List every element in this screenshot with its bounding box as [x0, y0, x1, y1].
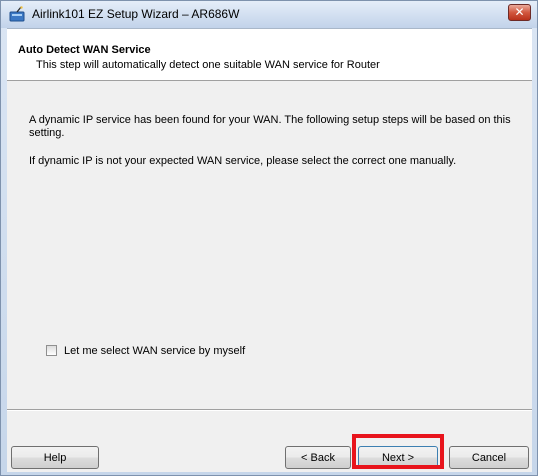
footer-divider: [7, 409, 532, 411]
wizard-client-area: Auto Detect WAN Service This step will a…: [7, 28, 532, 472]
manual-selection-hint: If dynamic IP is not your expected WAN s…: [29, 155, 457, 167]
back-button[interactable]: < Back: [285, 446, 351, 469]
title-bar[interactable]: Airlink101 EZ Setup Wizard – AR686W ✕: [1, 1, 537, 28]
manual-wan-checkbox-row[interactable]: Let me select WAN service by myself: [46, 345, 245, 359]
detection-result-text: A dynamic IP service has been found for …: [29, 114, 511, 139]
close-icon: ✕: [514, 5, 525, 19]
page-title: Auto Detect WAN Service: [18, 44, 151, 56]
help-button[interactable]: Help: [11, 446, 99, 469]
cancel-button[interactable]: Cancel: [449, 446, 529, 469]
wizard-app-icon: [9, 6, 25, 22]
wizard-header: Auto Detect WAN Service This step will a…: [7, 29, 532, 81]
window-title: Airlink101 EZ Setup Wizard – AR686W: [32, 7, 240, 21]
page-subtitle: This step will automatically detect one …: [36, 59, 380, 71]
manual-wan-checkbox-label[interactable]: Let me select WAN service by myself: [64, 345, 245, 357]
wizard-window: Airlink101 EZ Setup Wizard – AR686W ✕ Au…: [0, 0, 538, 476]
close-button[interactable]: ✕: [508, 4, 531, 21]
next-button-highlight: [352, 434, 444, 469]
manual-wan-checkbox[interactable]: [46, 345, 57, 356]
